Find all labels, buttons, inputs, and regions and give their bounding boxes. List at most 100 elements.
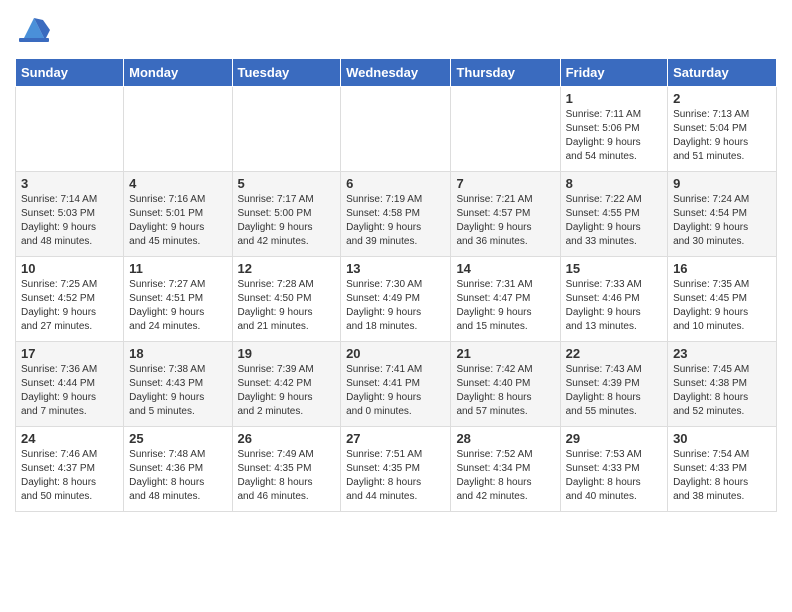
cell-info: Sunrise: 7:54 AM Sunset: 4:33 PM Dayligh… [673, 448, 771, 504]
weekday-header: Saturday [668, 59, 777, 87]
calendar-cell: 15 Sunrise: 7:33 AM Sunset: 4:46 PM Dayli… [560, 257, 667, 342]
day-number: 1 [566, 91, 662, 106]
calendar-cell: 18 Sunrise: 7:38 AM Sunset: 4:43 PM Dayli… [124, 342, 232, 427]
day-number: 12 [238, 261, 336, 276]
cell-info: Sunrise: 7:49 AM Sunset: 4:35 PM Dayligh… [238, 448, 336, 504]
calendar-cell: 25 Sunrise: 7:48 AM Sunset: 4:36 PM Dayli… [124, 427, 232, 512]
header [15, 10, 777, 48]
day-number: 13 [346, 261, 445, 276]
day-number: 21 [456, 346, 554, 361]
calendar-cell: 30 Sunrise: 7:54 AM Sunset: 4:33 PM Dayli… [668, 427, 777, 512]
day-number: 28 [456, 431, 554, 446]
calendar-cell: 29 Sunrise: 7:53 AM Sunset: 4:33 PM Dayli… [560, 427, 667, 512]
cell-info: Sunrise: 7:27 AM Sunset: 4:51 PM Dayligh… [129, 278, 226, 334]
calendar-cell: 13 Sunrise: 7:30 AM Sunset: 4:49 PM Dayli… [341, 257, 451, 342]
calendar-cell [124, 87, 232, 172]
calendar-cell [16, 87, 124, 172]
calendar-cell [451, 87, 560, 172]
page: SundayMondayTuesdayWednesdayThursdayFrid… [0, 0, 792, 612]
cell-info: Sunrise: 7:21 AM Sunset: 4:57 PM Dayligh… [456, 193, 554, 249]
calendar-cell: 22 Sunrise: 7:43 AM Sunset: 4:39 PM Dayli… [560, 342, 667, 427]
logo-icon [15, 10, 53, 48]
calendar-cell: 16 Sunrise: 7:35 AM Sunset: 4:45 PM Dayli… [668, 257, 777, 342]
day-number: 24 [21, 431, 118, 446]
calendar-cell: 8 Sunrise: 7:22 AM Sunset: 4:55 PM Daylig… [560, 172, 667, 257]
day-number: 29 [566, 431, 662, 446]
calendar-cell: 20 Sunrise: 7:41 AM Sunset: 4:41 PM Dayli… [341, 342, 451, 427]
day-number: 23 [673, 346, 771, 361]
day-number: 30 [673, 431, 771, 446]
weekday-header: Tuesday [232, 59, 341, 87]
cell-info: Sunrise: 7:24 AM Sunset: 4:54 PM Dayligh… [673, 193, 771, 249]
cell-info: Sunrise: 7:22 AM Sunset: 4:55 PM Dayligh… [566, 193, 662, 249]
day-number: 22 [566, 346, 662, 361]
calendar-week-row: 17Sunrise: 7:36 AM Sunset: 4:44 PM Dayli… [16, 342, 777, 427]
cell-info: Sunrise: 7:28 AM Sunset: 4:50 PM Dayligh… [238, 278, 336, 334]
cell-info: Sunrise: 7:41 AM Sunset: 4:41 PM Dayligh… [346, 363, 445, 419]
calendar: SundayMondayTuesdayWednesdayThursdayFrid… [15, 58, 777, 512]
calendar-cell: 23 Sunrise: 7:45 AM Sunset: 4:38 PM Dayli… [668, 342, 777, 427]
day-number: 18 [129, 346, 226, 361]
calendar-week-row: 10 Sunrise: 7:25 AM Sunset: 4:52 PM Dayli… [16, 257, 777, 342]
day-number: 10 [21, 261, 118, 276]
cell-info: Sunrise: 7:16 AM Sunset: 5:01 PM Dayligh… [129, 193, 226, 249]
day-number: 17 [21, 346, 118, 361]
calendar-cell: 2Sunrise: 7:13 AM Sunset: 5:04 PM Daylig… [668, 87, 777, 172]
calendar-cell: 24 Sunrise: 7:46 AM Sunset: 4:37 PM Dayli… [16, 427, 124, 512]
calendar-cell: 3Sunrise: 7:14 AM Sunset: 5:03 PM Daylig… [16, 172, 124, 257]
cell-info: Sunrise: 7:45 AM Sunset: 4:38 PM Dayligh… [673, 363, 771, 419]
cell-info: Sunrise: 7:53 AM Sunset: 4:33 PM Dayligh… [566, 448, 662, 504]
day-number: 2 [673, 91, 771, 106]
cell-info: Sunrise: 7:30 AM Sunset: 4:49 PM Dayligh… [346, 278, 445, 334]
day-number: 9 [673, 176, 771, 191]
calendar-week-row: 24 Sunrise: 7:46 AM Sunset: 4:37 PM Dayli… [16, 427, 777, 512]
logo [15, 10, 53, 48]
calendar-cell: 26 Sunrise: 7:49 AM Sunset: 4:35 PM Dayli… [232, 427, 341, 512]
day-number: 27 [346, 431, 445, 446]
day-number: 20 [346, 346, 445, 361]
calendar-cell [232, 87, 341, 172]
cell-info: Sunrise: 7:46 AM Sunset: 4:37 PM Dayligh… [21, 448, 118, 504]
calendar-cell: 11 Sunrise: 7:27 AM Sunset: 4:51 PM Dayli… [124, 257, 232, 342]
cell-info: Sunrise: 7:25 AM Sunset: 4:52 PM Dayligh… [21, 278, 118, 334]
cell-info: Sunrise: 7:17 AM Sunset: 5:00 PM Dayligh… [238, 193, 336, 249]
cell-info: Sunrise: 7:38 AM Sunset: 4:43 PM Dayligh… [129, 363, 226, 419]
day-number: 4 [129, 176, 226, 191]
calendar-header-row: SundayMondayTuesdayWednesdayThursdayFrid… [16, 59, 777, 87]
cell-info: Sunrise: 7:42 AM Sunset: 4:40 PM Dayligh… [456, 363, 554, 419]
cell-info: Sunrise: 7:39 AM Sunset: 4:42 PM Dayligh… [238, 363, 336, 419]
calendar-cell: 9 Sunrise: 7:24 AM Sunset: 4:54 PM Daylig… [668, 172, 777, 257]
cell-info: Sunrise: 7:33 AM Sunset: 4:46 PM Dayligh… [566, 278, 662, 334]
weekday-header: Thursday [451, 59, 560, 87]
day-number: 26 [238, 431, 336, 446]
day-number: 8 [566, 176, 662, 191]
cell-info: Sunrise: 7:14 AM Sunset: 5:03 PM Dayligh… [21, 193, 118, 249]
calendar-cell: 6Sunrise: 7:19 AM Sunset: 4:58 PM Daylig… [341, 172, 451, 257]
calendar-cell: 17Sunrise: 7:36 AM Sunset: 4:44 PM Dayli… [16, 342, 124, 427]
calendar-cell: 5 Sunrise: 7:17 AM Sunset: 5:00 PM Daylig… [232, 172, 341, 257]
calendar-cell: 4 Sunrise: 7:16 AM Sunset: 5:01 PM Daylig… [124, 172, 232, 257]
calendar-week-row: 1Sunrise: 7:11 AM Sunset: 5:06 PM Daylig… [16, 87, 777, 172]
cell-info: Sunrise: 7:48 AM Sunset: 4:36 PM Dayligh… [129, 448, 226, 504]
cell-info: Sunrise: 7:43 AM Sunset: 4:39 PM Dayligh… [566, 363, 662, 419]
day-number: 15 [566, 261, 662, 276]
cell-info: Sunrise: 7:19 AM Sunset: 4:58 PM Dayligh… [346, 193, 445, 249]
weekday-header: Wednesday [341, 59, 451, 87]
calendar-week-row: 3Sunrise: 7:14 AM Sunset: 5:03 PM Daylig… [16, 172, 777, 257]
calendar-cell [341, 87, 451, 172]
day-number: 14 [456, 261, 554, 276]
calendar-cell: 19Sunrise: 7:39 AM Sunset: 4:42 PM Dayli… [232, 342, 341, 427]
weekday-header: Friday [560, 59, 667, 87]
calendar-cell: 14 Sunrise: 7:31 AM Sunset: 4:47 PM Dayli… [451, 257, 560, 342]
cell-info: Sunrise: 7:31 AM Sunset: 4:47 PM Dayligh… [456, 278, 554, 334]
calendar-cell: 7 Sunrise: 7:21 AM Sunset: 4:57 PM Daylig… [451, 172, 560, 257]
cell-info: Sunrise: 7:51 AM Sunset: 4:35 PM Dayligh… [346, 448, 445, 504]
calendar-cell: 27 Sunrise: 7:51 AM Sunset: 4:35 PM Dayli… [341, 427, 451, 512]
cell-info: Sunrise: 7:35 AM Sunset: 4:45 PM Dayligh… [673, 278, 771, 334]
day-number: 5 [238, 176, 336, 191]
day-number: 25 [129, 431, 226, 446]
day-number: 16 [673, 261, 771, 276]
day-number: 7 [456, 176, 554, 191]
calendar-cell: 1Sunrise: 7:11 AM Sunset: 5:06 PM Daylig… [560, 87, 667, 172]
day-number: 11 [129, 261, 226, 276]
